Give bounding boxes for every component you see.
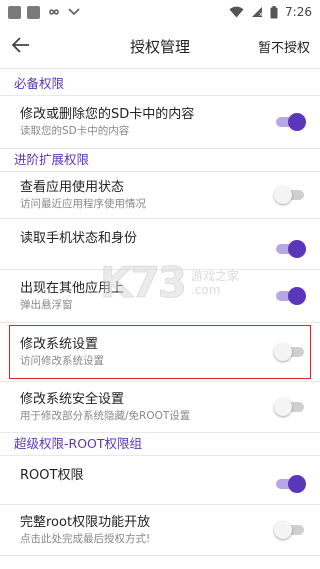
- status-bar: x 7:26: [0, 0, 320, 24]
- permission-title: 修改或删除您的SD卡中的内容: [20, 107, 195, 122]
- back-button[interactable]: [11, 34, 40, 58]
- permission-row-usage-stats[interactable]: 查看应用使用状态 访问最近应用程序使用情况: [0, 172, 320, 219]
- toggle-switch[interactable]: [274, 474, 306, 494]
- svg-text:x: x: [259, 11, 263, 18]
- toggle-switch[interactable]: [274, 239, 306, 259]
- permission-row-full-root[interactable]: 完整root权限功能开放 点击此处完成最后授权方式!: [0, 505, 320, 556]
- permission-title: 读取手机状态和身份: [20, 231, 138, 246]
- permission-row-write-settings[interactable]: 修改系统设置 访问修改系统设置: [0, 323, 320, 382]
- section-header-required: 必备权限: [0, 73, 320, 96]
- signal-icon: x: [252, 7, 263, 18]
- infinity-icon: [49, 9, 59, 15]
- section-header-advanced: 进阶扩展权限: [0, 149, 320, 172]
- permission-subtitle: 用于修改部分系统隐藏/免ROOT设置: [20, 410, 191, 422]
- notification-icon: [27, 5, 40, 19]
- permission-subtitle: 访问修改系统设置: [20, 355, 104, 367]
- permission-title: 查看应用使用状态: [20, 180, 125, 195]
- permission-subtitle: 弹出悬浮窗: [20, 299, 73, 311]
- arrow-left-icon: [11, 37, 29, 53]
- permission-subtitle: 访问最近应用程序使用情况: [20, 198, 146, 210]
- permission-title: ROOT权限: [20, 468, 84, 483]
- wifi-icon: [229, 6, 244, 18]
- permission-subtitle: 读取您的SD卡中的内容: [20, 125, 130, 137]
- permission-row-sd-card[interactable]: 修改或删除您的SD卡中的内容 读取您的SD卡中的内容: [0, 96, 320, 149]
- permission-title: 修改系统安全设置: [20, 392, 125, 407]
- status-bar-system: x 7:26: [229, 5, 312, 19]
- status-bar-notifications: [8, 5, 80, 19]
- status-time: 7:26: [285, 5, 312, 19]
- toggle-switch[interactable]: [274, 112, 306, 132]
- permission-title: 修改系统设置: [20, 337, 99, 352]
- chevron-down-icon: [68, 8, 80, 16]
- permission-title: 完整root权限功能开放: [20, 515, 151, 530]
- skip-authorization-button[interactable]: 暂不授权: [258, 37, 310, 56]
- app-bar: 授权管理 暂不授权: [0, 24, 320, 69]
- toggle-switch[interactable]: [274, 397, 306, 417]
- permission-row-root[interactable]: ROOT权限: [0, 456, 320, 505]
- permission-row-phone-state[interactable]: 读取手机状态和身份: [0, 219, 320, 270]
- permission-title: 出现在其他应用上: [20, 281, 125, 296]
- toggle-switch[interactable]: [274, 286, 306, 306]
- section-header-root: 超级权限-ROOT权限组: [0, 433, 320, 456]
- notification-icon: [8, 5, 21, 19]
- permission-row-overlay[interactable]: 出现在其他应用上 弹出悬浮窗: [0, 270, 320, 323]
- toggle-switch[interactable]: [274, 342, 306, 362]
- battery-icon: [270, 5, 278, 18]
- permission-subtitle: 点击此处完成最后授权方式!: [20, 533, 151, 545]
- permission-row-secure-settings[interactable]: 修改系统安全设置 用于修改部分系统隐藏/免ROOT设置: [0, 382, 320, 433]
- toggle-switch[interactable]: [274, 520, 306, 540]
- toggle-switch[interactable]: [274, 185, 306, 205]
- permission-list: 必备权限 修改或删除您的SD卡中的内容 读取您的SD卡中的内容 进阶扩展权限 查…: [0, 73, 320, 556]
